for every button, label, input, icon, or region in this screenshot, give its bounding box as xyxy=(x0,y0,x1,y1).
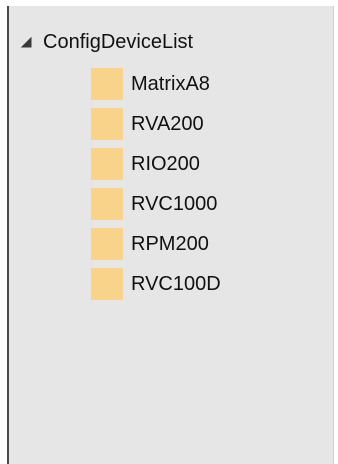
tree-item-rio200[interactable]: RIO200 xyxy=(91,144,221,184)
tree-children: MatrixA8 RVA200 RIO200 RVC1000 RPM200 RV… xyxy=(91,64,221,304)
tree-item-label: RVC100D xyxy=(131,272,221,295)
tree-item-label: RPM200 xyxy=(131,232,209,255)
tree-item-rpm200[interactable]: RPM200 xyxy=(91,224,221,264)
tree-item-rvc1000[interactable]: RVC1000 xyxy=(91,184,221,224)
folder-icon xyxy=(91,268,123,300)
tree-root-node[interactable]: ConfigDeviceList xyxy=(19,28,193,56)
collapse-triangle-icon-glyph xyxy=(20,36,32,48)
tree-item-rvc100d[interactable]: RVC100D xyxy=(91,264,221,304)
folder-icon xyxy=(91,188,123,220)
folder-icon xyxy=(91,108,123,140)
tree-item-label: MatrixA8 xyxy=(131,72,210,95)
panel-border xyxy=(333,6,334,464)
tree-item-label: RVA200 xyxy=(131,112,204,135)
tree-item-rva200[interactable]: RVA200 xyxy=(91,104,221,144)
folder-icon xyxy=(91,148,123,180)
collapse-triangle-icon[interactable] xyxy=(19,35,33,49)
tree-item-label: RIO200 xyxy=(131,152,200,175)
window: ConfigDeviceList MatrixA8 RVA200 RIO200 … xyxy=(0,0,338,464)
tree-item-label: RVC1000 xyxy=(131,192,218,215)
folder-icon xyxy=(91,228,123,260)
device-tree-panel[interactable]: ConfigDeviceList MatrixA8 RVA200 RIO200 … xyxy=(7,6,333,464)
folder-icon xyxy=(91,68,123,100)
tree-item-matrixa8[interactable]: MatrixA8 xyxy=(91,64,221,104)
tree-root-label: ConfigDeviceList xyxy=(43,30,194,53)
